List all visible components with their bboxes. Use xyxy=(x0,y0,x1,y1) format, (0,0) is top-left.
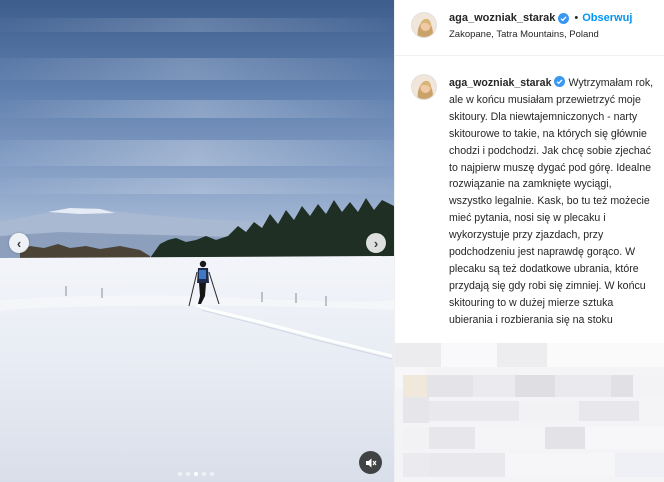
carousel-dot xyxy=(178,472,182,476)
verified-badge-icon xyxy=(558,12,570,24)
carousel-indicator xyxy=(178,472,214,476)
verified-badge-icon xyxy=(554,76,566,87)
blurred-comments-area xyxy=(395,343,664,482)
chevron-right-icon: › xyxy=(373,235,379,251)
carousel-dot xyxy=(210,472,214,476)
caption-text: Wytrzymałam rok, ale w końcu musiałam pr… xyxy=(449,77,654,326)
separator-dot: • xyxy=(574,12,579,24)
location-link[interactable]: Zakopane, Tatra Mountains, Poland xyxy=(449,29,599,40)
carousel-dot xyxy=(194,472,198,476)
carousel-dot xyxy=(202,472,206,476)
profile-photo xyxy=(412,13,436,37)
mute-button[interactable] xyxy=(359,451,382,474)
profile-photo xyxy=(412,75,436,99)
follow-button[interactable]: Obserwuj xyxy=(582,12,632,24)
carousel-next-button[interactable]: › xyxy=(366,233,386,253)
post-author: aga_wozniak_starak • Obserwuj xyxy=(449,12,632,24)
post-caption: aga_wozniak_starak Wytrzymałam rok, ale w… xyxy=(449,75,655,329)
avatar[interactable] xyxy=(411,74,437,100)
carousel-dot xyxy=(186,472,190,476)
avatar[interactable] xyxy=(411,12,437,38)
username-link[interactable]: aga_wozniak_starak xyxy=(449,12,555,24)
mute-icon xyxy=(365,458,376,467)
post-header: aga_wozniak_starak • Obserwuj Zakopane, … xyxy=(395,0,664,56)
caption-username-link[interactable]: aga_wozniak_starak xyxy=(449,77,551,89)
chevron-left-icon: ‹ xyxy=(16,235,22,251)
ski-touring-photo xyxy=(0,0,394,482)
post-side-panel: aga_wozniak_starak • Obserwuj Zakopane, … xyxy=(394,0,664,482)
post-photo[interactable]: ‹ › xyxy=(0,0,394,482)
carousel-prev-button[interactable]: ‹ xyxy=(9,233,29,253)
